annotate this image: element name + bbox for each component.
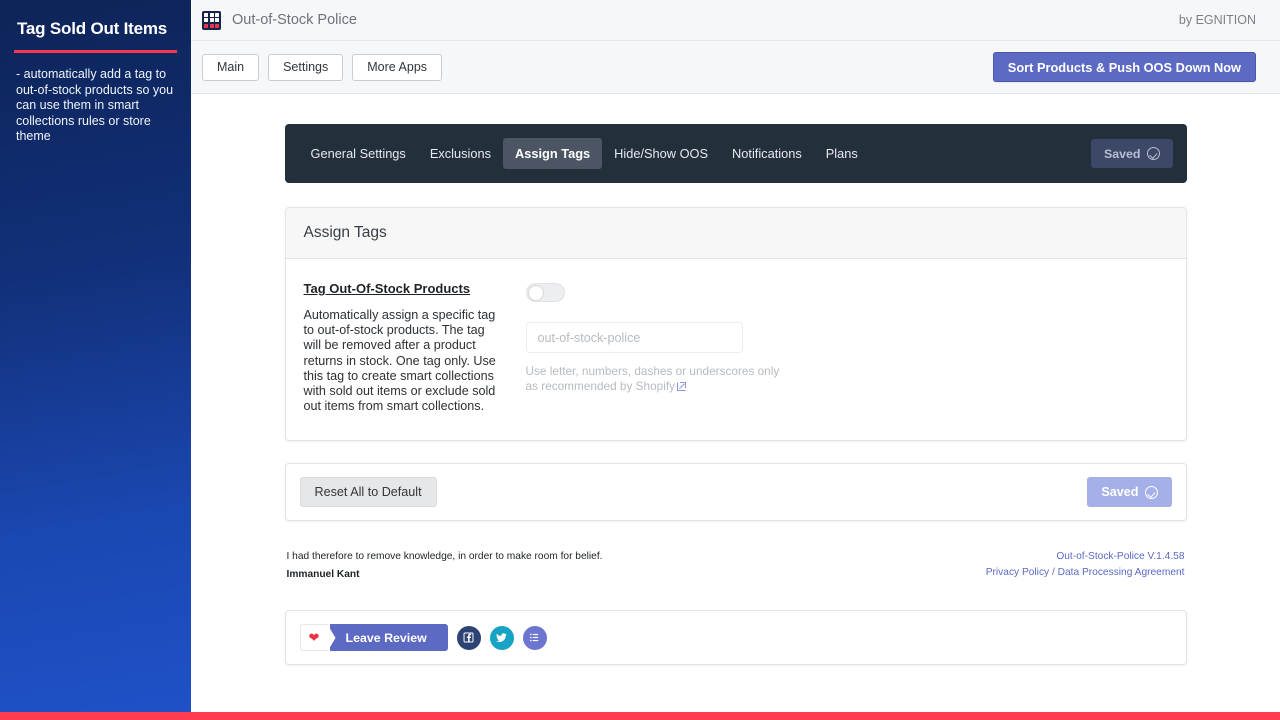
field-description-column: Tag Out-Of-Stock Products Automatically … bbox=[304, 281, 526, 414]
data-processing-agreement-link[interactable]: Data Processing Agreement bbox=[1058, 567, 1185, 578]
toggle-knob bbox=[527, 284, 544, 301]
saved-label-top: Saved bbox=[1103, 146, 1141, 161]
card-title: Assign Tags bbox=[303, 224, 387, 241]
tab-hide-show-oos[interactable]: Hide/Show OOS bbox=[602, 138, 720, 169]
tab-general-settings[interactable]: General Settings bbox=[299, 138, 418, 169]
saved-label-bottom: Saved bbox=[1101, 485, 1139, 500]
check-circle-icon-bottom bbox=[1144, 485, 1158, 499]
footer-links: Out-of-Stock-Police V.1.4.58 Privacy Pol… bbox=[986, 549, 1185, 581]
tab-notifications[interactable]: Notifications bbox=[720, 138, 814, 169]
reset-all-to-default-button[interactable]: Reset All to Default bbox=[299, 477, 437, 508]
reset-row-card: Reset All to Default Saved bbox=[284, 463, 1187, 522]
nav-button-settings[interactable]: Settings bbox=[268, 53, 344, 81]
facebook-icon[interactable] bbox=[456, 625, 481, 650]
shopify-recommendation-link[interactable]: as recommended by Shopify bbox=[526, 379, 676, 393]
app-title: Out-of-Stock Police bbox=[232, 12, 357, 28]
page-footer: I had therefore to remove knowledge, in … bbox=[285, 549, 1187, 583]
privacy-policy-link[interactable]: Privacy Policy bbox=[986, 567, 1049, 578]
tab-assign-tags[interactable]: Assign Tags bbox=[503, 138, 603, 169]
version-link[interactable]: Out-of-Stock-Police V.1.4.58 bbox=[1056, 551, 1184, 562]
external-link-icon bbox=[677, 381, 687, 391]
twitter-icon[interactable] bbox=[489, 625, 514, 650]
vendor-label: by EGNITION bbox=[1178, 13, 1256, 27]
hint-line-2: as recommended by Shopify bbox=[525, 379, 676, 393]
app-frame: Out-of-Stock Police by EGNITION Main Set… bbox=[191, 0, 1280, 712]
tag-out-of-stock-description: Automatically assign a specific tag to o… bbox=[303, 308, 496, 414]
leave-review-button[interactable]: Leave Review bbox=[329, 624, 448, 652]
tab-exclusions[interactable]: Exclusions bbox=[418, 138, 503, 169]
card-body: Tag Out-Of-Stock Products Automatically … bbox=[286, 259, 1186, 440]
tab-plans[interactable]: Plans bbox=[814, 138, 870, 169]
app-navbar: Main Settings More Apps Sort Products & … bbox=[191, 41, 1280, 94]
tag-out-of-stock-label: Tag Out-Of-Stock Products bbox=[303, 281, 471, 296]
heart-icon-box: ❤ bbox=[299, 624, 328, 652]
assign-tags-card: Assign Tags Tag Out-Of-Stock Products Au… bbox=[284, 207, 1187, 442]
link-separator: / bbox=[1049, 567, 1058, 579]
tag-input-hint: Use letter, numbers, dashes or underscor… bbox=[526, 364, 780, 394]
grid-icon bbox=[202, 10, 221, 30]
page-content: General Settings Exclusions Assign Tags … bbox=[191, 94, 1280, 666]
field-control-column: Use letter, numbers, dashes or underscor… bbox=[525, 281, 780, 414]
saved-status-button-top[interactable]: Saved bbox=[1090, 139, 1173, 168]
footer-quote: I had therefore to remove knowledge, in … bbox=[287, 549, 603, 583]
tag-out-of-stock-toggle[interactable] bbox=[525, 283, 565, 302]
hint-line-1: Use letter, numbers, dashes or underscor… bbox=[525, 364, 780, 378]
content-wrapper: General Settings Exclusions Assign Tags … bbox=[284, 94, 1187, 666]
check-circle-icon bbox=[1146, 147, 1160, 160]
card-header: Assign Tags bbox=[285, 208, 1186, 259]
quote-text: I had therefore to remove knowledge, in … bbox=[286, 551, 603, 563]
promo-divider bbox=[14, 50, 177, 53]
review-bar-card: ❤ Leave Review bbox=[284, 610, 1187, 666]
saved-status-button-bottom[interactable]: Saved bbox=[1087, 477, 1172, 508]
heart-icon: ❤ bbox=[308, 630, 320, 646]
promo-sidebar: Tag Sold Out Items - automatically add a… bbox=[0, 0, 191, 712]
settings-tab-bar: General Settings Exclusions Assign Tags … bbox=[284, 124, 1187, 183]
list-icon[interactable] bbox=[522, 625, 547, 650]
nav-button-more-apps[interactable]: More Apps bbox=[352, 53, 443, 81]
quote-author: Immanuel Kant bbox=[286, 569, 360, 581]
promo-description: - automatically add a tag to out-of-stoc… bbox=[16, 67, 174, 144]
leave-review-combo: ❤ Leave Review bbox=[299, 624, 448, 652]
app-root: Tag Sold Out Items - automatically add a… bbox=[0, 0, 1280, 720]
sort-products-button[interactable]: Sort Products & Push OOS Down Now bbox=[992, 52, 1256, 82]
app-topbar: Out-of-Stock Police by EGNITION bbox=[191, 0, 1280, 41]
tag-name-input[interactable] bbox=[525, 322, 743, 353]
nav-button-main[interactable]: Main bbox=[202, 53, 260, 81]
promo-title: Tag Sold Out Items bbox=[17, 19, 168, 38]
bottom-accent-bar bbox=[0, 712, 1280, 720]
